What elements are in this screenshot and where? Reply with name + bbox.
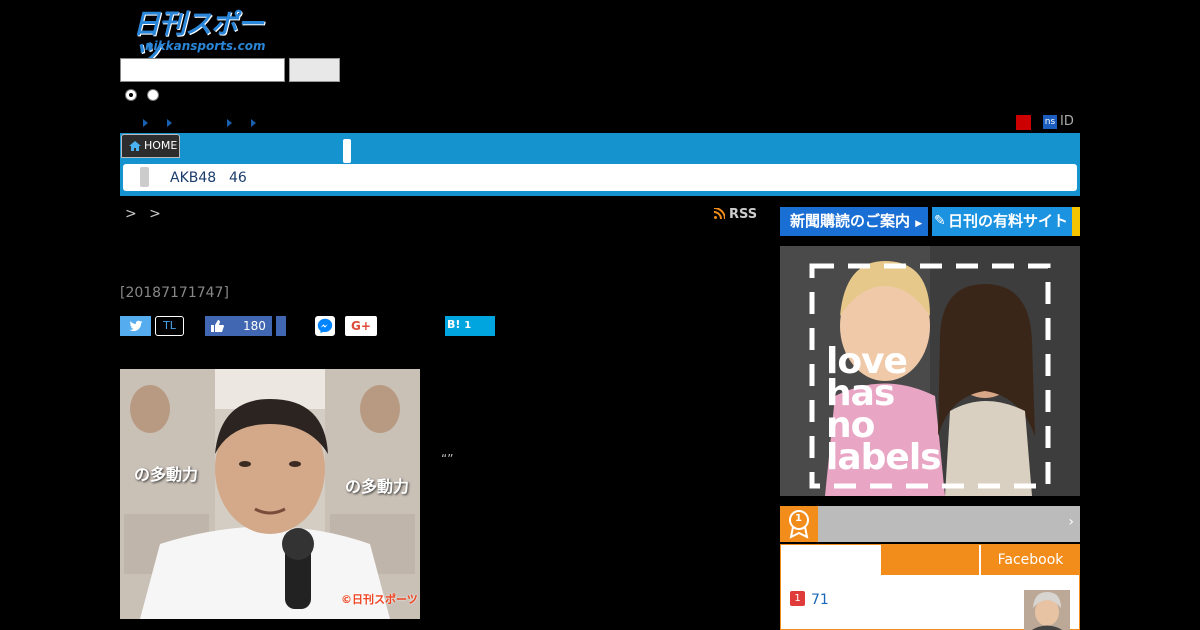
home-icon xyxy=(129,141,141,151)
top-link-arrow-icon[interactable] xyxy=(143,119,148,127)
global-nav: HOME AKB48 46 xyxy=(120,133,1080,196)
hatena-icon: B! xyxy=(447,318,461,331)
search-scope-radio-web[interactable] xyxy=(147,89,159,101)
paid-site-button[interactable]: ✎ 日刊の有料サイト xyxy=(932,207,1080,236)
ranking-thumbnail-image xyxy=(1024,590,1070,630)
twitter-icon xyxy=(129,320,143,332)
ranking-header[interactable]: 1 › xyxy=(780,506,1080,542)
twitter-share-button[interactable] xyxy=(120,316,151,336)
sub-nav: AKB48 46 xyxy=(123,164,1077,191)
ranking-medal: 1 xyxy=(780,506,818,542)
top-link-arrow-icon[interactable] xyxy=(167,119,172,127)
subnav-marker xyxy=(140,167,149,187)
nav-home-tab[interactable]: HOME xyxy=(121,134,180,158)
ranking-item-thumbnail[interactable] xyxy=(1024,590,1070,630)
caret-right-icon: ▶ xyxy=(915,219,923,229)
rss-label: RSS xyxy=(729,207,758,222)
search-scope-radio-site[interactable] xyxy=(125,89,137,101)
subnav-link-akb48[interactable]: AKB48 xyxy=(170,170,216,186)
hatena-count: 1 xyxy=(464,320,472,331)
ranking-tab[interactable] xyxy=(881,545,979,575)
ad-banner[interactable]: love has no labels xyxy=(780,246,1080,496)
subscribe-button[interactable]: 新聞購読のご案内 ▶ xyxy=(780,207,928,236)
top-link-arrow-icon[interactable] xyxy=(251,119,256,127)
ad-banner-line: labels xyxy=(826,437,942,478)
ranking-box: Facebook 1 71 xyxy=(780,544,1080,630)
photo-overlay-text-left: の多動力 xyxy=(134,465,199,484)
thumbs-up-icon xyxy=(211,320,224,332)
paid-site-label: 日刊の有料サイト xyxy=(948,212,1069,230)
id-login-link[interactable]: ID xyxy=(1060,114,1074,129)
article-date: [20187171747] xyxy=(120,285,229,301)
breadcrumb[interactable]: > > xyxy=(125,206,165,222)
ranking-medal-number: 1 xyxy=(795,513,802,524)
nav-active-marker xyxy=(343,139,351,163)
facebook-like-button[interactable]: 180 xyxy=(205,316,272,336)
red-square-icon[interactable] xyxy=(1016,115,1031,130)
nav-home-label: HOME xyxy=(144,139,178,152)
top-link-arrow-icon[interactable] xyxy=(227,119,232,127)
ad-banner-text: love has no labels xyxy=(826,344,942,478)
chevron-right-icon: › xyxy=(1068,514,1074,530)
medal-icon xyxy=(789,510,809,539)
rss-link[interactable]: RSS xyxy=(714,207,757,222)
rss-icon xyxy=(714,208,725,219)
twitter-timeline-button[interactable]: TL xyxy=(155,316,184,336)
page: 日刊スポーツ nikkansports.com ns ID HOME AKB48… xyxy=(0,0,1200,630)
facebook-share-button[interactable] xyxy=(276,316,286,336)
messenger-share-button[interactable] xyxy=(315,316,335,336)
site-logo[interactable]: 日刊スポーツ nikkansports.com xyxy=(133,10,288,70)
subnav-link-46[interactable]: 46 xyxy=(229,170,247,186)
subscribe-label: 新聞購読のご案内 xyxy=(790,212,911,230)
ranking-item-title[interactable]: 71 xyxy=(811,592,829,608)
ns-badge-icon[interactable]: ns xyxy=(1043,115,1057,129)
search-input[interactable] xyxy=(120,58,285,82)
ranking-number-badge: 1 xyxy=(790,591,805,606)
article-photo[interactable]: の多動力 の多動力 ©日刊スポーツ xyxy=(120,369,420,619)
quote-mark: “” xyxy=(441,452,454,466)
search-button[interactable] xyxy=(289,58,340,82)
photo-overlay-text-right: の多動力 xyxy=(345,477,410,496)
ranking-tab-facebook[interactable]: Facebook xyxy=(981,545,1080,575)
logo-domain: nikkansports.com xyxy=(145,39,266,53)
messenger-icon xyxy=(317,318,333,334)
pencil-icon: ✎ xyxy=(934,213,946,229)
facebook-like-count: 180 xyxy=(243,319,266,333)
hatena-bookmark-button[interactable]: B! 1 xyxy=(445,316,495,336)
photo-credit: ©日刊スポーツ xyxy=(341,593,418,606)
google-plus-button[interactable]: G+ xyxy=(345,316,377,336)
